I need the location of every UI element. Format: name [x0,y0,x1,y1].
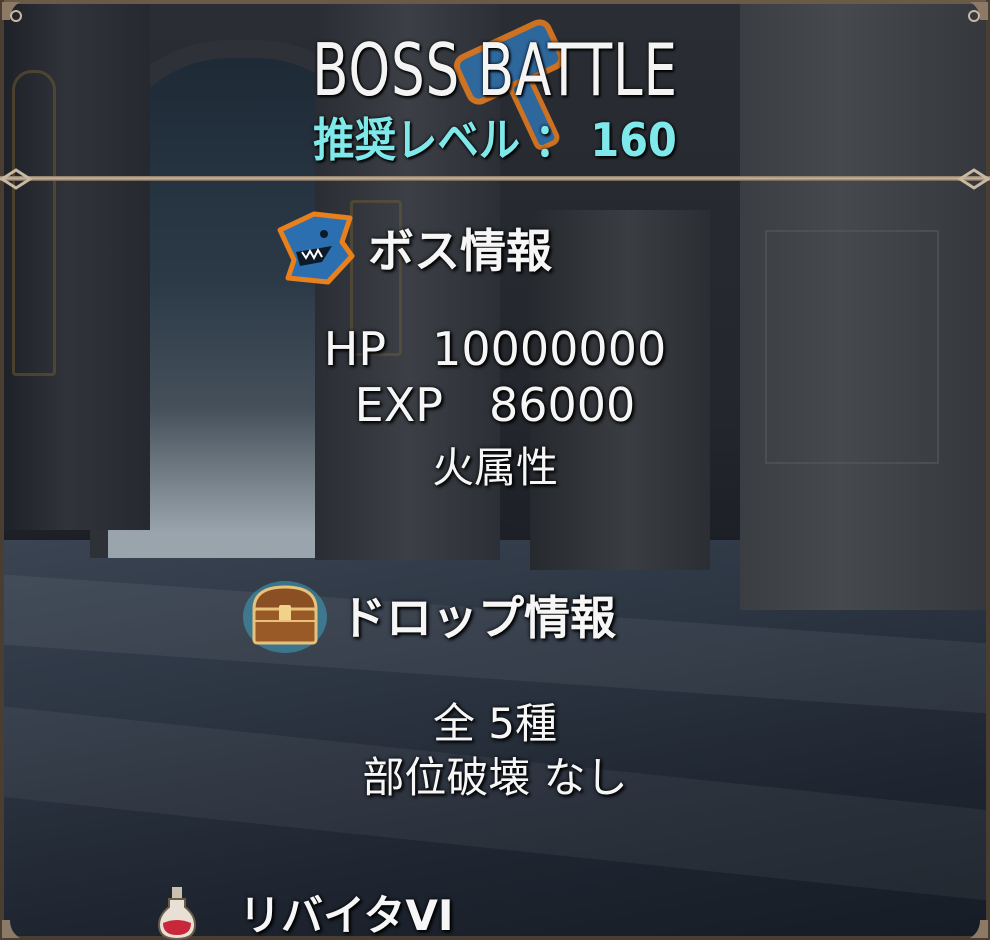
potion-icon [157,886,197,940]
drop-info-heading: ドロップ情報 [240,575,616,655]
treasure-chest-icon [243,581,327,653]
corner-ornament-icon [0,168,33,190]
header-divider [0,176,990,181]
hp-label: HP [323,322,387,376]
exp-value: 86000 [488,378,636,432]
corner-ornament-icon [957,168,990,190]
hp-value: 10000000 [432,322,667,376]
part-break-info: 部位破壊 なし [362,753,628,802]
corner-ornament-icon [968,2,988,22]
page-title: BOSS BATTLE [312,28,678,112]
drop-item-name: リバイタVI [239,891,454,940]
recommended-level: 推奨レベル ： 160 [313,113,677,167]
drop-item[interactable]: リバイタVI [155,882,453,940]
frame-bottom [0,936,990,940]
section-title: ドロップ情報 [340,591,616,645]
exp-stat: EXP 86000 [0,378,990,432]
corner-ornament-icon [2,920,20,938]
boss-info-screen: BOSS BATTLE 推奨レベル ： 160 ボス情報 HP 10000000… [0,0,990,940]
frame-top [0,0,990,4]
drop-total: 全 5種 [432,699,558,748]
shark-helmet-icon [277,211,355,285]
corner-ornament-icon [2,2,22,22]
boss-info-heading: ボス情報 [272,208,552,288]
section-title: ボス情報 [368,224,552,278]
hp-stat: HP 10000000 [0,322,990,376]
boss-element: 火属性 [431,443,558,492]
corner-ornament-icon [970,920,988,938]
exp-label: EXP [354,378,443,432]
